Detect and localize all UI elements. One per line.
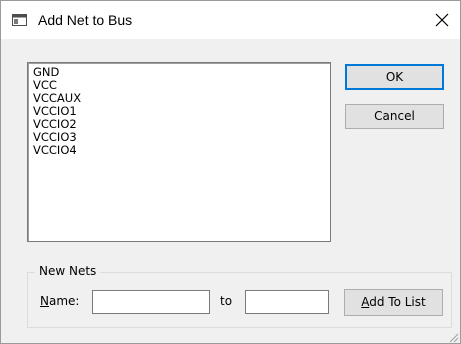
name-from-input[interactable]	[92, 290, 210, 314]
ok-button[interactable]: OK	[345, 64, 444, 90]
name-label-rest: ame:	[48, 294, 80, 308]
window-app-icon	[12, 14, 27, 26]
name-label-mnemonic: N	[40, 294, 49, 308]
new-nets-group-label: New Nets	[35, 263, 101, 279]
name-to-input[interactable]	[245, 290, 329, 314]
close-icon[interactable]	[433, 11, 451, 29]
resize-grip-icon[interactable]	[447, 331, 459, 343]
dialog-title: Add Net to Bus	[38, 12, 133, 28]
cancel-button[interactable]: Cancel	[345, 104, 444, 129]
net-list-item[interactable]: VCCIO4	[33, 144, 330, 157]
net-list-item[interactable]: VCCIO1	[33, 105, 330, 118]
net-list-item[interactable]: GND	[33, 66, 330, 79]
add-net-to-bus-dialog: Add Net to Bus GND VCC VCCAUX VCCIO1 VCCIO2 V…	[0, 0, 461, 344]
name-label: Name:	[40, 293, 79, 309]
add-to-list-rest: dd To List	[369, 295, 426, 309]
title-bar[interactable]: Add Net to Bus	[1, 1, 460, 39]
net-list-item[interactable]: VCCIO2	[33, 118, 330, 131]
add-to-list-button[interactable]: Add To List	[344, 289, 443, 316]
net-list-item[interactable]: VCCIO3	[33, 131, 330, 144]
to-label: to	[220, 294, 233, 308]
net-list-item[interactable]: VCCAUX	[33, 92, 330, 105]
net-listbox[interactable]: GND VCC VCCAUX VCCIO1 VCCIO2 VCCIO3 VCCIO4	[27, 62, 331, 242]
